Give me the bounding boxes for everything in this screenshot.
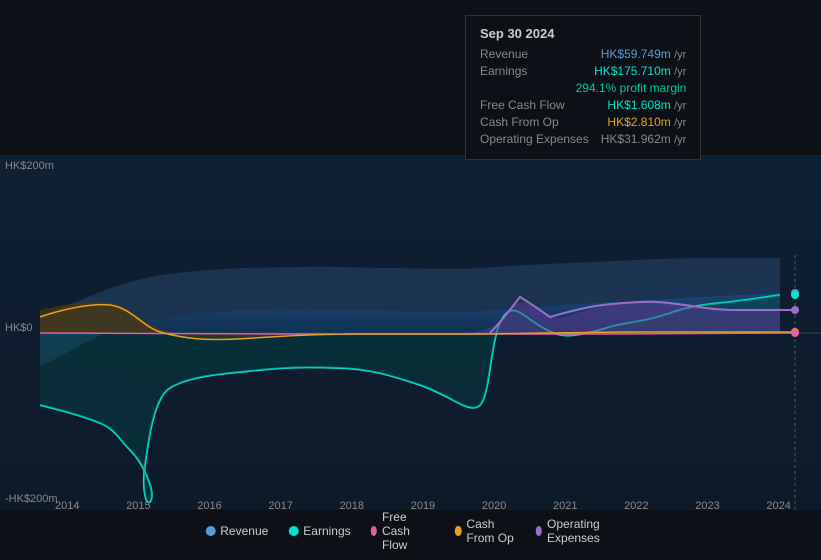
opex-value: HK$31.962m /yr [601,132,687,146]
legend-label-revenue: Revenue [220,524,268,538]
chart-area: HK$200m HK$0 -HK$200m [0,155,821,510]
legend: Revenue Earnings Free Cash Flow Cash Fro… [205,510,616,552]
legend-dot-revenue [205,526,215,536]
legend-dot-fcf [371,526,377,536]
x-label-2023: 2023 [695,500,719,512]
profit-margin-value: 294.1% profit margin [576,81,687,95]
legend-item-earnings[interactable]: Earnings [288,524,350,538]
legend-label-cashfromop: Cash From Op [466,517,515,545]
earnings-label: Earnings [480,64,527,78]
revenue-value: HK$59.749m /yr [601,47,687,61]
tooltip-date: Sep 30 2024 [480,26,686,41]
legend-item-cashfromop[interactable]: Cash From Op [455,517,516,545]
legend-label-fcf: Free Cash Flow [382,510,435,552]
fcf-label: Free Cash Flow [480,98,565,112]
x-label-2015: 2015 [126,500,150,512]
tooltip-earnings-row: Earnings HK$175.710m /yr [480,64,686,78]
legend-dot-opex [536,526,542,536]
earnings-value: HK$175.710m /yr [594,64,686,78]
tooltip-profit-margin-row: 294.1% profit margin [480,81,686,95]
tooltip-revenue-row: Revenue HK$59.749m /yr [480,47,686,61]
legend-label-opex: Operating Expenses [547,517,616,545]
tooltip-opex-row: Operating Expenses HK$31.962m /yr [480,132,686,146]
legend-item-opex[interactable]: Operating Expenses [536,517,616,545]
opex-label: Operating Expenses [480,132,589,146]
tooltip-fcf-row: Free Cash Flow HK$1.608m /yr [480,98,686,112]
tooltip-card: Sep 30 2024 Revenue HK$59.749m /yr Earni… [465,15,701,160]
cashfromop-value: HK$2.810m /yr [607,115,686,129]
legend-dot-cashfromop [455,526,461,536]
tooltip-cashfromop-row: Cash From Op HK$2.810m /yr [480,115,686,129]
x-label-2014: 2014 [55,500,79,512]
revenue-label: Revenue [480,47,528,61]
x-label-2024: 2024 [766,500,790,512]
legend-item-revenue[interactable]: Revenue [205,524,268,538]
x-label-2022: 2022 [624,500,648,512]
cashfromop-label: Cash From Op [480,115,559,129]
chart-svg [0,155,821,510]
legend-label-earnings: Earnings [303,524,350,538]
legend-item-fcf[interactable]: Free Cash Flow [371,510,435,552]
legend-dot-earnings [288,526,298,536]
fcf-value: HK$1.608m /yr [607,98,686,112]
